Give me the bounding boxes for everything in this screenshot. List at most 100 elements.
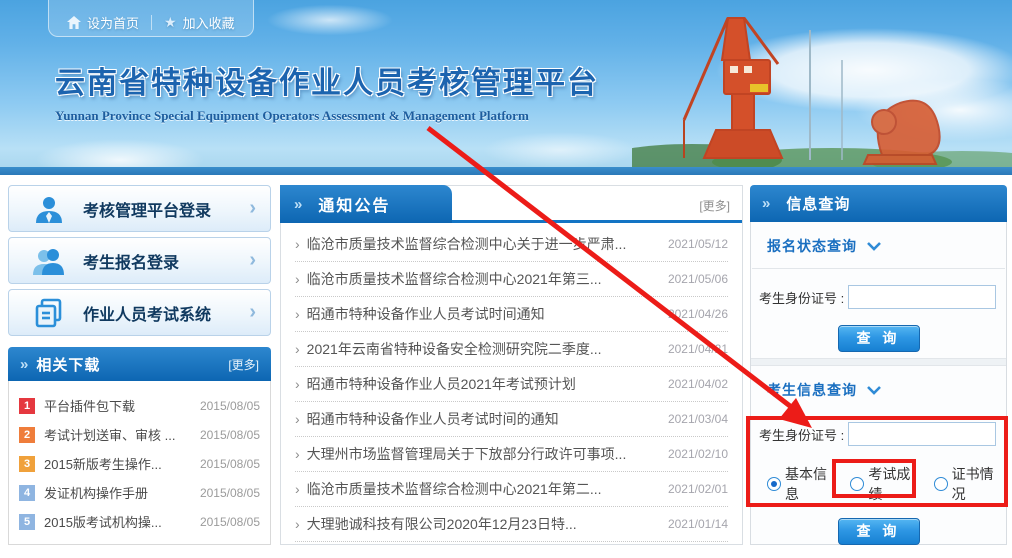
site-subtitle: Yunnan Province Special Equipment Operat… [55,108,599,124]
set-homepage-label: 设为首页 [87,13,139,32]
rank-badge: 4 [19,485,35,501]
download-date: 2015/08/05 [200,457,260,471]
bullet-icon: › [295,271,300,287]
registration-id-row: 考生身份证号 : [751,269,1006,315]
candidate-query-button[interactable]: 查 询 [838,518,920,545]
downloads-title: 相关下载 [36,354,228,375]
bullet-icon: › [295,446,300,462]
download-date: 2015/08/05 [200,399,260,413]
banner-bottom-strip [0,167,1012,175]
registration-status-section-toggle[interactable]: 报名状态查询 [751,222,1006,268]
double-chevron-icon: » [294,196,302,213]
admin-platform-login-label: 考核管理平台登录 [83,197,249,221]
left-sidebar: 考核管理平台登录 › 考生报名登录 › 作业人员考试系统 › » 相关下载 [更… [8,185,271,545]
candidate-id-row: 考生身份证号 : [751,412,1006,452]
notice-item[interactable]: › 2021年云南省特种设备安全检测研究院二季度... 2021/04/21 [295,332,728,367]
exam-system-button[interactable]: 作业人员考试系统 › [8,289,271,336]
notice-title: 昭通市特种设备作业人员2021年考试预计划 [307,374,658,394]
quicklinks-divider [151,15,152,30]
add-favorite-label: 加入收藏 [183,13,235,32]
candidate-register-login-label: 考生报名登录 [83,249,249,273]
bullet-icon: › [295,516,300,532]
bullet-icon: › [295,306,300,322]
candidate-query-row: 查 询 [751,504,1006,551]
person-icon [31,193,67,225]
notice-item[interactable]: › 临沧市质量技术监督综合检测中心关于进一步严肃... 2021/05/12 [295,227,728,262]
download-item[interactable]: 3 2015新版考生操作... 2015/08/05 [19,449,260,478]
registration-status-title: 报名状态查询 [767,236,857,256]
query-body: 报名状态查询 考生身份证号 : 查 询 考生信息查询 考生身份证号 : [750,222,1007,545]
download-item[interactable]: 2 考试计划送审、审核 ... 2015/08/05 [19,420,260,449]
download-date: 2015/08/05 [200,515,260,529]
radio-exam-score-label: 考试成绩 [868,464,922,504]
notices-tab[interactable]: » 通知公告 [280,185,452,223]
banner: 设为首页 ★ 加入收藏 云南省特种设备作业人员考核管理平台 Yunnan Pro… [0,0,1012,175]
chevron-right-icon: › [249,197,256,220]
chevron-right-icon: › [249,249,256,272]
notice-item[interactable]: › 临沧市质量技术监督综合检测中心2021年第二... 2021/02/01 [295,472,728,507]
registration-query-button[interactable]: 查 询 [838,325,920,352]
rank-badge: 5 [19,514,35,530]
star-icon: ★ [164,14,177,31]
set-homepage-link[interactable]: 设为首页 [67,13,139,32]
bullet-icon: › [295,341,300,357]
notices-more-link[interactable]: [更多] [699,197,730,214]
candidate-id-input[interactable] [848,422,996,446]
downloads-more-link[interactable]: [更多] [228,356,259,373]
notices-list: › 临沧市质量技术监督综合检测中心关于进一步严肃... 2021/05/12 ›… [281,223,742,542]
notice-date: 2021/03/04 [668,412,728,426]
notice-date: 2021/04/02 [668,377,728,391]
notice-item[interactable]: › 昭通市特种设备作业人员考试时间通知 2021/04/26 [295,297,728,332]
chevron-down-icon [867,242,881,251]
admin-platform-login-button[interactable]: 考核管理平台登录 › [8,185,271,232]
notice-title: 大理驰诚科技有限公司2020年12月23日特... [307,514,658,534]
site-title-block: 云南省特种设备作业人员考核管理平台 Yunnan Province Specia… [55,58,599,124]
download-item[interactable]: 1 平台插件包下载 2015/08/05 [19,391,260,420]
radio-exam-score[interactable]: 考试成绩 [850,464,922,504]
harbor-crane-image [632,0,1012,167]
exam-system-label: 作业人员考试系统 [83,301,249,325]
candidate-query-type-radios: 基本信息 考试成绩 证书情况 [751,452,1006,504]
bullet-icon: › [295,411,300,427]
radio-unselected-icon [850,477,864,491]
radio-certificate-status-label: 证书情况 [952,464,1006,504]
notices-panel: » 通知公告 [更多] › 临沧市质量技术监督综合检测中心关于进一步严肃... … [280,185,743,545]
candidate-info-title: 考生信息查询 [767,380,857,400]
candidate-info-section-toggle[interactable]: 考生信息查询 [751,366,1006,412]
download-date: 2015/08/05 [200,428,260,442]
registration-id-input[interactable] [848,285,996,309]
registration-query-row: 查 询 [751,315,1006,358]
download-title: 平台插件包下载 [44,396,194,415]
rank-badge: 3 [19,456,35,472]
add-favorite-link[interactable]: ★ 加入收藏 [164,13,235,32]
site-title: 云南省特种设备作业人员考核管理平台 [55,58,599,102]
candidate-register-login-button[interactable]: 考生报名登录 › [8,237,271,284]
notice-date: 2021/02/10 [668,447,728,461]
rank-badge: 1 [19,398,35,414]
notice-item[interactable]: › 临沧市质量技术监督综合检测中心2021年第三... 2021/05/06 [295,262,728,297]
double-chevron-icon: » [20,356,28,373]
radio-basic-info-label: 基本信息 [785,464,839,504]
notice-item[interactable]: › 昭通市特种设备作业人员考试时间的通知 2021/03/04 [295,402,728,437]
home-icon [67,16,81,29]
notice-item[interactable]: › 大理驰诚科技有限公司2020年12月23日特... 2021/01/14 [295,507,728,542]
people-icon [31,245,67,277]
page: 设为首页 ★ 加入收藏 云南省特种设备作业人员考核管理平台 Yunnan Pro… [0,0,1012,558]
rank-badge: 2 [19,427,35,443]
downloads-header: » 相关下载 [更多] [8,347,271,381]
notice-title: 临沧市质量技术监督综合检测中心2021年第三... [307,269,658,289]
query-panel: » 信息查询 报名状态查询 考生身份证号 : 查 询 考生信息查询 [750,185,1007,545]
downloads-list: 1 平台插件包下载 2015/08/05 2 考试计划送审、审核 ... 201… [8,381,271,545]
notice-item[interactable]: › 昭通市特种设备作业人员2021年考试预计划 2021/04/02 [295,367,728,402]
download-title: 2015新版考生操作... [44,454,194,473]
radio-certificate-status[interactable]: 证书情况 [934,464,1006,504]
bullet-icon: › [295,236,300,252]
download-item[interactable]: 4 发证机构操作手册 2015/08/05 [19,478,260,507]
download-title: 发证机构操作手册 [44,483,194,502]
radio-selected-icon [767,477,781,491]
panel-separator [751,358,1006,366]
notice-item[interactable]: › 大理州市场监督管理局关于下放部分行政许可事项... 2021/02/10 [295,437,728,472]
radio-basic-info[interactable]: 基本信息 [767,464,839,504]
notice-date: 2021/01/14 [668,517,728,531]
download-item[interactable]: 5 2015版考试机构操... 2015/08/05 [19,507,260,536]
